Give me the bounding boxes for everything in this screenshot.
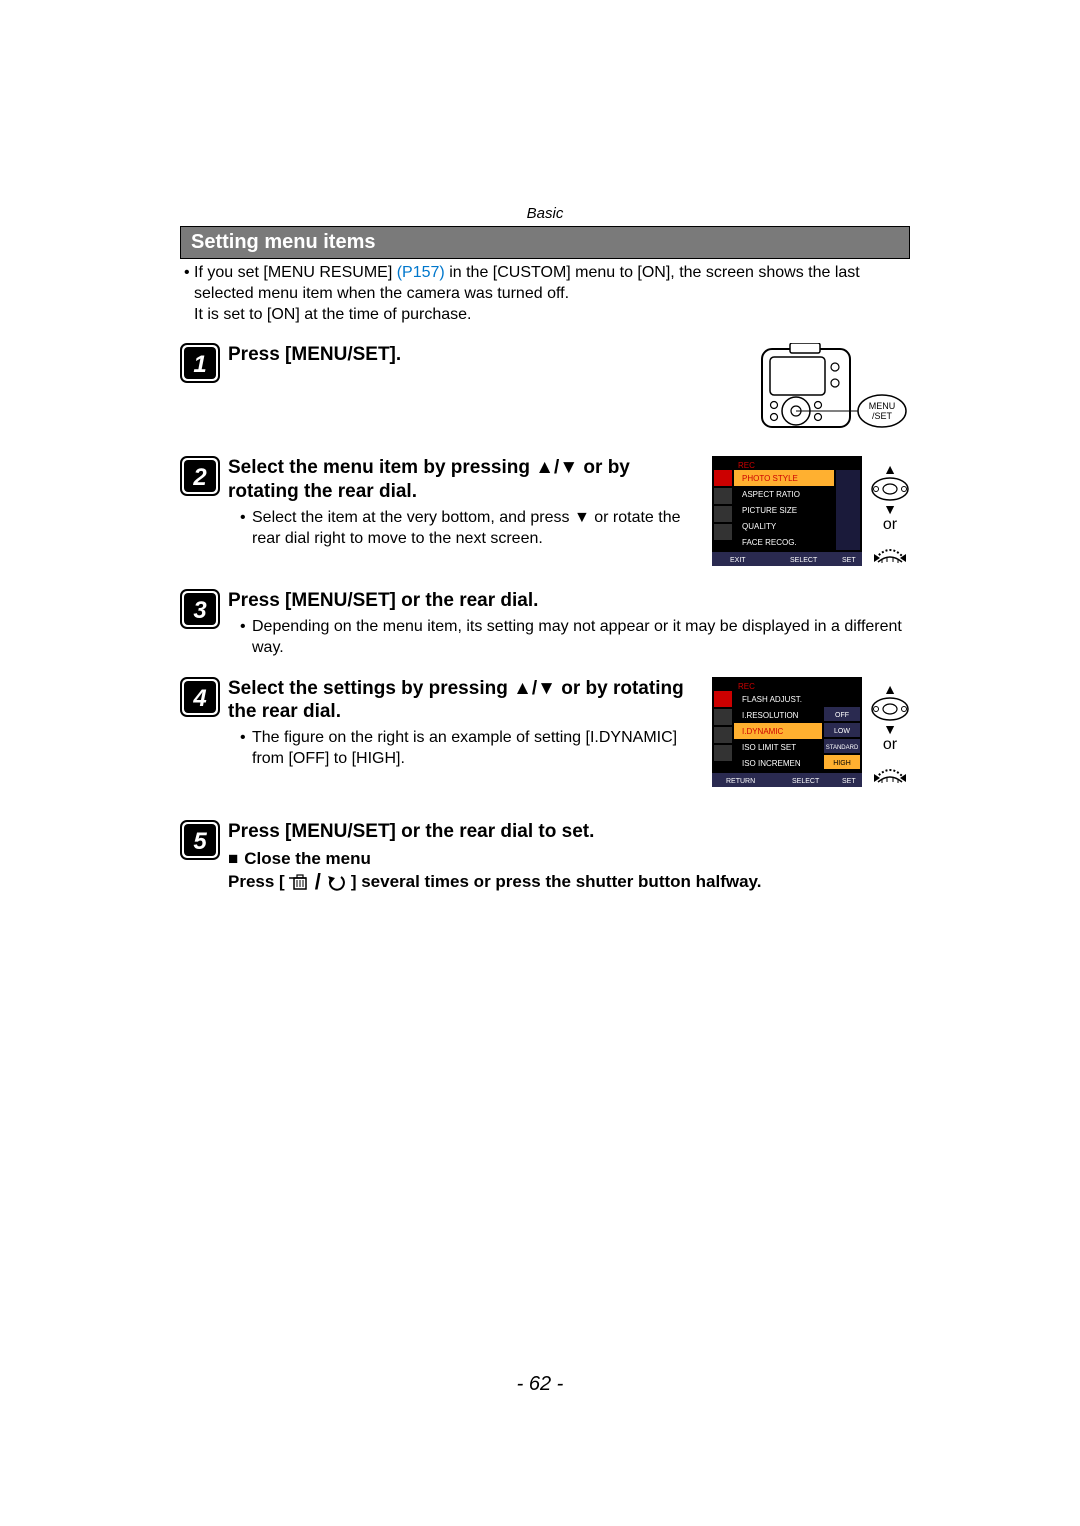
camera-figure: MENU /SET — [760, 343, 910, 438]
bullet-dot: • — [240, 728, 252, 770]
menu-screenshot-1: REC PHOTO STYLE ASPECT RATIO PICTURE SIZ… — [712, 456, 862, 571]
page-number: - 62 - — [0, 1373, 1080, 1396]
step-3: 3 Press [MENU/SET] or the rear dial. • D… — [180, 589, 910, 658]
bullet-dot: • — [240, 508, 252, 550]
menu-set-label-1: MENU — [869, 401, 896, 411]
svg-text:ISO INCREMEN: ISO INCREMEN — [742, 759, 801, 768]
step-4: 4 Select the settings by pressing ▲/▼ or… — [180, 677, 910, 792]
svg-text:I.DYNAMIC: I.DYNAMIC — [742, 727, 784, 736]
step-4-title: Select the settings by pressing ▲/▼ or b… — [228, 677, 702, 725]
svg-text:SET: SET — [842, 778, 856, 785]
chapter-label: Basic — [180, 205, 910, 222]
svg-text:LOW: LOW — [834, 728, 850, 735]
svg-text:REC: REC — [738, 461, 755, 470]
or-label: or — [883, 516, 897, 534]
step-number-icon: 4 — [180, 677, 220, 722]
slash-icon: / — [315, 869, 321, 895]
step-number-icon: 1 — [180, 343, 220, 388]
step-5: 5 Press [MENU/SET] or the rear dial to s… — [180, 820, 910, 896]
intro-note: • If you set [MENU RESUME] (P157) in the… — [180, 263, 910, 325]
svg-text:I.RESOLUTION: I.RESOLUTION — [742, 711, 799, 720]
svg-text:FLASH ADJUST.: FLASH ADJUST. — [742, 695, 802, 704]
down-triangle-icon: ▼ — [883, 722, 897, 736]
dpad-icon — [870, 696, 910, 722]
step-number-icon: 2 — [180, 456, 220, 501]
svg-text:1: 1 — [193, 351, 206, 378]
svg-text:REC: REC — [738, 682, 755, 691]
svg-text:RETURN: RETURN — [726, 778, 755, 785]
rear-dial-icon — [870, 540, 910, 566]
up-triangle-icon: ▲ — [883, 682, 897, 696]
step-number-icon: 3 — [180, 589, 220, 634]
step-2: 2 Select the menu item by pressing ▲/▼ o… — [180, 456, 910, 571]
svg-text:SET: SET — [842, 557, 856, 564]
step-3-title: Press [MENU/SET] or the rear dial. — [228, 589, 910, 613]
svg-text:OFF: OFF — [835, 712, 849, 719]
or-label: or — [883, 736, 897, 754]
step-4-sub: The figure on the right is an example of… — [252, 728, 702, 770]
svg-text:ISO LIMIT SET: ISO LIMIT SET — [742, 743, 796, 752]
svg-text:SELECT: SELECT — [792, 778, 820, 785]
svg-text:4: 4 — [192, 685, 206, 712]
dpad-or-dial: ▲ ▼ or — [870, 682, 910, 786]
svg-text:EXIT: EXIT — [730, 557, 746, 564]
svg-text:5: 5 — [193, 828, 207, 855]
step-number-icon: 5 — [180, 820, 220, 865]
bullet-dot: • — [240, 617, 252, 659]
step-5-title: Press [MENU/SET] or the rear dial to set… — [228, 820, 910, 844]
svg-text:PHOTO STYLE: PHOTO STYLE — [742, 474, 798, 483]
close-line-pre: Press [ — [228, 872, 285, 892]
menu-screenshot-2: REC FLASH ADJUST. I.RESOLUTION I.DYNAMIC… — [712, 677, 862, 792]
return-arrow-icon — [325, 873, 347, 891]
up-triangle-icon: ▲ — [883, 462, 897, 476]
dpad-or-dial: ▲ ▼ or — [870, 462, 910, 566]
square-bullet-icon: ■ — [228, 849, 238, 869]
bullet-dot: • — [184, 263, 194, 325]
section-header: Setting menu items — [180, 226, 910, 259]
page-ref-link[interactable]: (P157) — [397, 264, 445, 281]
svg-text:SELECT: SELECT — [790, 557, 818, 564]
step-2-sub: Select the item at the very bottom, and … — [252, 508, 702, 550]
close-line-post: ] several times or press the shutter but… — [351, 872, 762, 892]
step-1-title: Press [MENU/SET]. — [228, 343, 750, 367]
svg-text:3: 3 — [193, 597, 207, 624]
step-1: 1 Press [MENU/SET]. — [180, 343, 910, 438]
step-2-title: Select the menu item by pressing ▲/▼ or … — [228, 456, 702, 504]
intro-text-2: It is set to [ON] at the time of purchas… — [194, 306, 471, 323]
close-menu-title: Close the menu — [244, 849, 371, 869]
svg-text:2: 2 — [192, 464, 207, 491]
intro-text-1a: If you set [MENU RESUME] — [194, 264, 397, 281]
dpad-icon — [870, 476, 910, 502]
down-triangle-icon: ▼ — [883, 502, 897, 516]
svg-text:FACE RECOG.: FACE RECOG. — [742, 538, 797, 547]
svg-text:PICTURE SIZE: PICTURE SIZE — [742, 506, 797, 515]
rear-dial-icon — [870, 760, 910, 786]
trash-icon — [289, 873, 311, 891]
svg-text:STANDARD: STANDARD — [826, 745, 859, 751]
menu-set-label-2: /SET — [872, 411, 893, 421]
svg-text:HIGH: HIGH — [833, 760, 851, 767]
svg-text:ASPECT RATIO: ASPECT RATIO — [742, 490, 800, 499]
svg-text:QUALITY: QUALITY — [742, 522, 777, 531]
step-3-sub: Depending on the menu item, its setting … — [252, 617, 910, 659]
